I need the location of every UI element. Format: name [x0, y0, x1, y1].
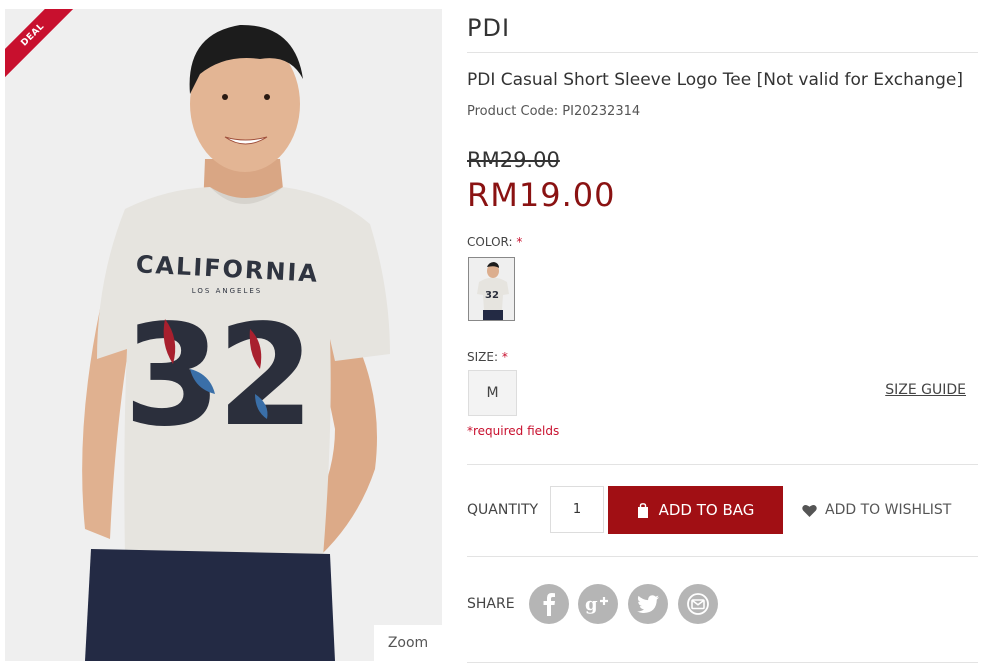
google-plus-share-button[interactable]: g	[578, 584, 618, 624]
divider	[467, 556, 978, 557]
sale-price: RM19.00	[467, 176, 616, 214]
brand-name[interactable]: PDI	[467, 14, 510, 42]
add-to-wishlist-button[interactable]: ADD TO WISHLIST	[802, 502, 951, 518]
original-price: RM29.00	[467, 148, 560, 172]
divider	[467, 464, 978, 465]
facebook-share-button[interactable]	[529, 584, 569, 624]
size-label: SIZE: *	[467, 350, 508, 364]
shopping-bag-icon	[637, 502, 648, 518]
divider	[467, 662, 978, 663]
email-share-button[interactable]	[678, 584, 718, 624]
color-swatch-thumbnail: 32	[477, 262, 509, 320]
google-plus-icon: g	[585, 594, 608, 614]
facebook-icon	[543, 593, 555, 616]
twitter-icon	[637, 595, 659, 613]
size-guide-link[interactable]: SIZE GUIDE	[885, 382, 966, 398]
divider	[467, 52, 978, 53]
required-asterisk: *	[516, 235, 523, 249]
email-icon	[687, 593, 709, 615]
share-label: SHARE	[467, 596, 515, 612]
deal-badge-label: DEAL	[5, 9, 76, 78]
quantity-input[interactable]: 1	[550, 486, 604, 533]
heart-icon	[802, 504, 817, 517]
size-option-m[interactable]: M	[468, 370, 517, 416]
add-to-wishlist-label: ADD TO WISHLIST	[825, 502, 952, 518]
color-swatch[interactable]: 32	[468, 257, 515, 321]
swatch-number: 32	[485, 290, 499, 301]
add-to-bag-label: ADD TO BAG	[658, 501, 755, 519]
product-photo: CALIFORNIA LOS ANGELES 32	[82, 24, 390, 661]
color-label-text: COLOR:	[467, 235, 513, 249]
deal-badge: DEAL	[5, 9, 85, 89]
required-asterisk: *	[501, 350, 508, 364]
shirt-print-subtitle: LOS ANGELES	[192, 287, 262, 295]
product-image-panel[interactable]: CALIFORNIA LOS ANGELES 32 DEAL Zoom	[5, 9, 442, 661]
required-fields-note: *required fields	[467, 424, 560, 438]
product-title: PDI Casual Short Sleeve Logo Tee [Not va…	[467, 70, 964, 90]
color-label: COLOR: *	[467, 235, 522, 249]
size-label-text: SIZE:	[467, 350, 499, 364]
quantity-label: QUANTITY	[467, 502, 539, 518]
add-to-bag-button[interactable]: ADD TO BAG	[608, 486, 783, 534]
product-code: Product Code: PI20232314	[467, 104, 641, 119]
shirt-print-number: 32	[124, 295, 311, 458]
svg-text:g: g	[585, 594, 598, 614]
twitter-share-button[interactable]	[628, 584, 668, 624]
zoom-button[interactable]: Zoom	[374, 625, 442, 661]
